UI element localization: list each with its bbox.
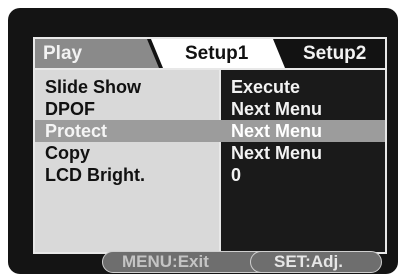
menu-item-lcd-bright[interactable]: LCD Bright. 0 (35, 164, 385, 186)
tab-play[interactable]: Play (43, 41, 82, 66)
menu-item-value: 0 (231, 165, 242, 185)
menu-item-value: Next Menu (231, 121, 323, 141)
camera-menu: Play Setup1 Setup2 Slide Show Execute DP… (33, 37, 387, 254)
menu-item-dpof[interactable]: DPOF Next Menu (35, 98, 385, 120)
tab-setup1[interactable]: Setup1 (185, 41, 248, 66)
menu-item-value: Execute (231, 77, 301, 97)
menu-item-value: Next Menu (231, 99, 323, 119)
footer-hints: MENU:Exit SET:Adj. (8, 251, 398, 274)
tab-bar: Play Setup1 Setup2 (35, 39, 385, 70)
menu-item-label: DPOF (45, 99, 96, 119)
menu-item-protect[interactable]: Protect Next Menu (35, 120, 385, 142)
menu-item-label: Copy (45, 143, 90, 163)
set-adjust-hint: SET:Adj. (274, 252, 343, 271)
tab-setup2[interactable]: Setup2 (303, 41, 366, 66)
menu-item-value: Next Menu (231, 143, 323, 163)
menu-item-label: LCD Bright. (45, 165, 145, 185)
menu-item-copy[interactable]: Copy Next Menu (35, 142, 385, 164)
menu-item-label: Slide Show (45, 77, 142, 97)
menu-body: Slide Show Execute DPOF Next Menu Protec… (35, 70, 385, 252)
menu-item-label: Protect (45, 121, 108, 141)
menu-exit-hint: MENU:Exit (122, 252, 209, 271)
camera-lcd-screen: Play Setup1 Setup2 Slide Show Execute DP… (8, 8, 398, 274)
menu-item-slide-show[interactable]: Slide Show Execute (35, 76, 385, 98)
